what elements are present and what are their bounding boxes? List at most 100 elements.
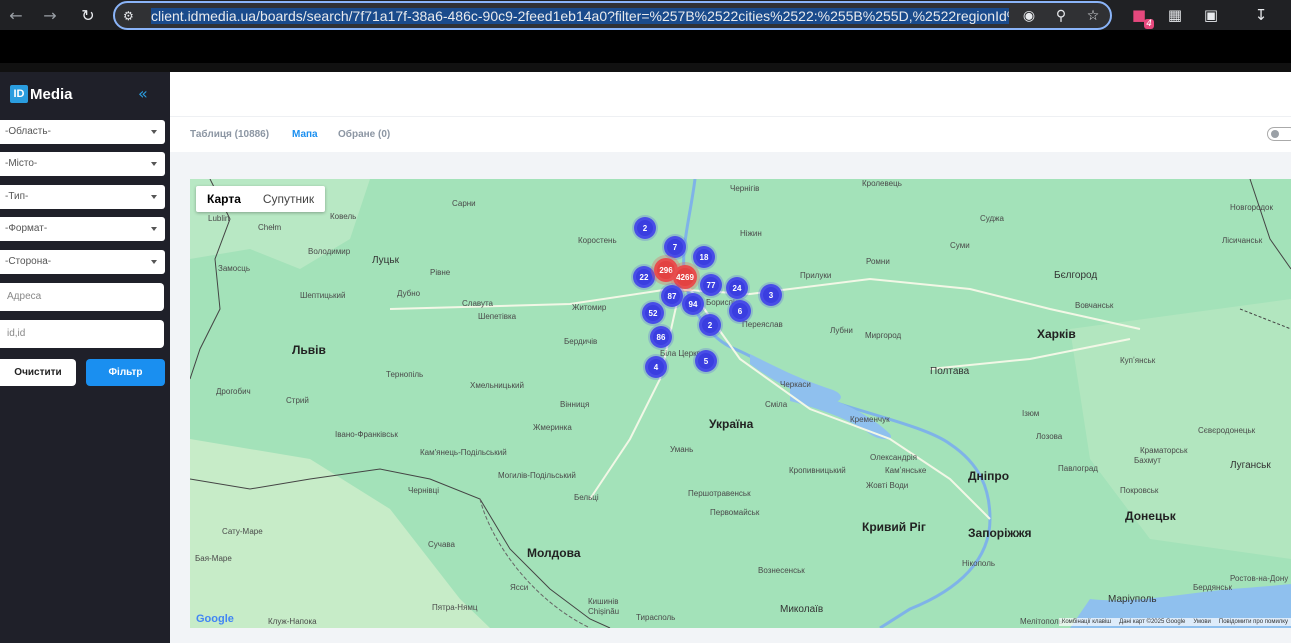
city-label: Шепетівка (478, 312, 517, 321)
city-label: Бердянськ (1193, 583, 1233, 592)
map-type-satellite-button[interactable]: Супутник (252, 186, 325, 212)
report-error-link[interactable]: Повідомити про помилку (1219, 619, 1288, 625)
map-cluster-marker[interactable]: 77 (700, 274, 722, 296)
url-text[interactable]: client.idmedia.ua/boards/search/7f71a17f… (151, 7, 1009, 24)
map-view[interactable]: Карта Супутник Lublin Ковель Сарни Корос… (190, 179, 1291, 628)
region-select[interactable]: -Область- (0, 120, 165, 144)
clear-button[interactable]: Очистити (0, 359, 76, 386)
city-label: Лісичанськ (1222, 236, 1263, 245)
city-label: Рівне (430, 268, 451, 277)
city-label: Chełm (258, 223, 282, 232)
city-label: Новгородок (1230, 203, 1274, 212)
city-label: Чернігів (730, 184, 760, 193)
city-label: Лубни (830, 326, 853, 335)
tab-favorites[interactable]: Обране (0) (338, 129, 390, 140)
city-label: Тернопіль (386, 370, 424, 379)
terms-link[interactable]: Умови (1193, 619, 1211, 625)
city-label: Харків (1037, 327, 1076, 341)
logo[interactable]: ID Media (10, 85, 73, 103)
city-label: Ніжин (740, 229, 762, 238)
city-label: Володимир (308, 247, 351, 256)
address-bar[interactable]: ⚙ client.idmedia.ua/boards/search/7f71a1… (113, 1, 1112, 30)
download-icon[interactable]: ↧ (1250, 4, 1272, 26)
city-label: Первомайськ (710, 508, 760, 517)
map-cluster-marker[interactable]: 7 (664, 236, 686, 258)
page-bottom (170, 628, 1291, 643)
view-tabs: Таблиця (10886) Мапа Обране (0) (170, 116, 1291, 152)
map-cluster-marker[interactable]: 86 (650, 326, 672, 348)
map-cluster-marker[interactable]: 22 (633, 266, 655, 288)
grid-extension-icon[interactable]: ▦ (1164, 4, 1186, 26)
city-label: Могилів-Подільський (498, 471, 576, 480)
map-cluster-marker[interactable]: 3 (760, 284, 782, 306)
side-select[interactable]: -Сторона- (0, 250, 165, 274)
city-select[interactable]: -Місто- (0, 152, 165, 176)
city-label: Дубно (397, 289, 421, 298)
map-cluster-marker[interactable]: 5 (695, 350, 717, 372)
city-label: Купʼянськ (1120, 356, 1156, 365)
city-label: Олександрія (870, 453, 917, 462)
id-input[interactable]: id,id (0, 320, 164, 348)
site-info-icon[interactable]: ⚙ (123, 9, 143, 23)
city-label: Ізюм (1022, 409, 1040, 418)
view-toggle[interactable] (1267, 127, 1291, 141)
map-type-control: Карта Супутник (196, 186, 326, 212)
tab-table[interactable]: Таблиця (10886) (190, 129, 269, 140)
city-label: Покровськ (1120, 486, 1159, 495)
map-cluster-marker[interactable]: 4 (645, 356, 667, 378)
map-cluster-marker[interactable]: 2 (634, 217, 656, 239)
keyboard-shortcuts-link[interactable]: Комбінації клавіш (1062, 619, 1111, 625)
city-label: Ромни (866, 257, 890, 266)
city-label: Lublin (208, 214, 230, 223)
city-label: Бая-Маре (195, 554, 232, 563)
city-label: Камʼянське (885, 466, 927, 475)
map-attribution: Комбінації клавіш Дані карт ©2025 Google… (1058, 618, 1291, 626)
city-label: Кишинів (588, 597, 619, 606)
city-label: Кам'янець-Подільський (420, 448, 507, 457)
city-label: Житомир (572, 303, 607, 312)
address-input[interactable]: Адресa (0, 283, 164, 311)
city-label: Луцьк (372, 255, 399, 266)
city-label: Кролевець (862, 179, 902, 188)
city-label: Донецьк (1125, 509, 1176, 523)
bookmark-star-icon[interactable]: ☆ (1082, 7, 1104, 25)
top-header (170, 72, 1291, 116)
collapse-sidebar-icon[interactable]: « (138, 84, 148, 103)
city-label: Полтава (930, 366, 970, 377)
city-label: Ковель (330, 212, 357, 221)
reload-icon[interactable]: ↻ (74, 1, 102, 29)
map-cluster-marker[interactable]: 87 (661, 285, 683, 307)
extension-icon[interactable]: ■ 4 (1128, 4, 1154, 29)
city-label: Бельці (574, 493, 599, 502)
city-label: Івано-Франківськ (335, 430, 398, 439)
forward-icon[interactable]: → (36, 1, 64, 29)
map-cluster-marker[interactable]: 2 (699, 314, 721, 336)
map-background (190, 179, 1291, 628)
filter-button[interactable]: Фільтр (86, 359, 165, 386)
city-label: Нікополь (962, 559, 996, 568)
map-cluster-marker[interactable]: 24 (726, 277, 748, 299)
map-cluster-marker[interactable]: 52 (642, 302, 664, 324)
city-label: Шептицький (300, 291, 346, 300)
extension-badge: 4 (1144, 19, 1154, 29)
city-label: Переяслав (742, 320, 783, 329)
zoom-icon[interactable]: ⚲ (1050, 7, 1072, 25)
city-label: Україна (709, 417, 754, 431)
back-icon[interactable]: ← (2, 1, 30, 29)
city-label: Сату-Маре (222, 527, 263, 536)
city-label: Хмельницький (470, 381, 524, 390)
lens-icon[interactable]: ◉ (1018, 7, 1040, 25)
map-cluster-marker[interactable]: 6 (729, 300, 751, 322)
city-label: Кривий Ріг (862, 520, 926, 534)
format-select[interactable]: -Формат- (0, 217, 165, 241)
map-cluster-marker[interactable]: 94 (682, 293, 704, 315)
map-cluster-marker[interactable]: 18 (693, 246, 715, 268)
city-label: Молдова (527, 546, 581, 560)
tab-map[interactable]: Мапа (292, 129, 318, 140)
city-label: Лозова (1036, 432, 1063, 441)
city-label: Chișinău (588, 607, 620, 616)
city-label: Львів (292, 343, 326, 357)
type-select[interactable]: -Тип- (0, 185, 165, 209)
puzzle-icon[interactable]: ▣ (1200, 4, 1222, 26)
map-type-map-button[interactable]: Карта (196, 186, 252, 212)
